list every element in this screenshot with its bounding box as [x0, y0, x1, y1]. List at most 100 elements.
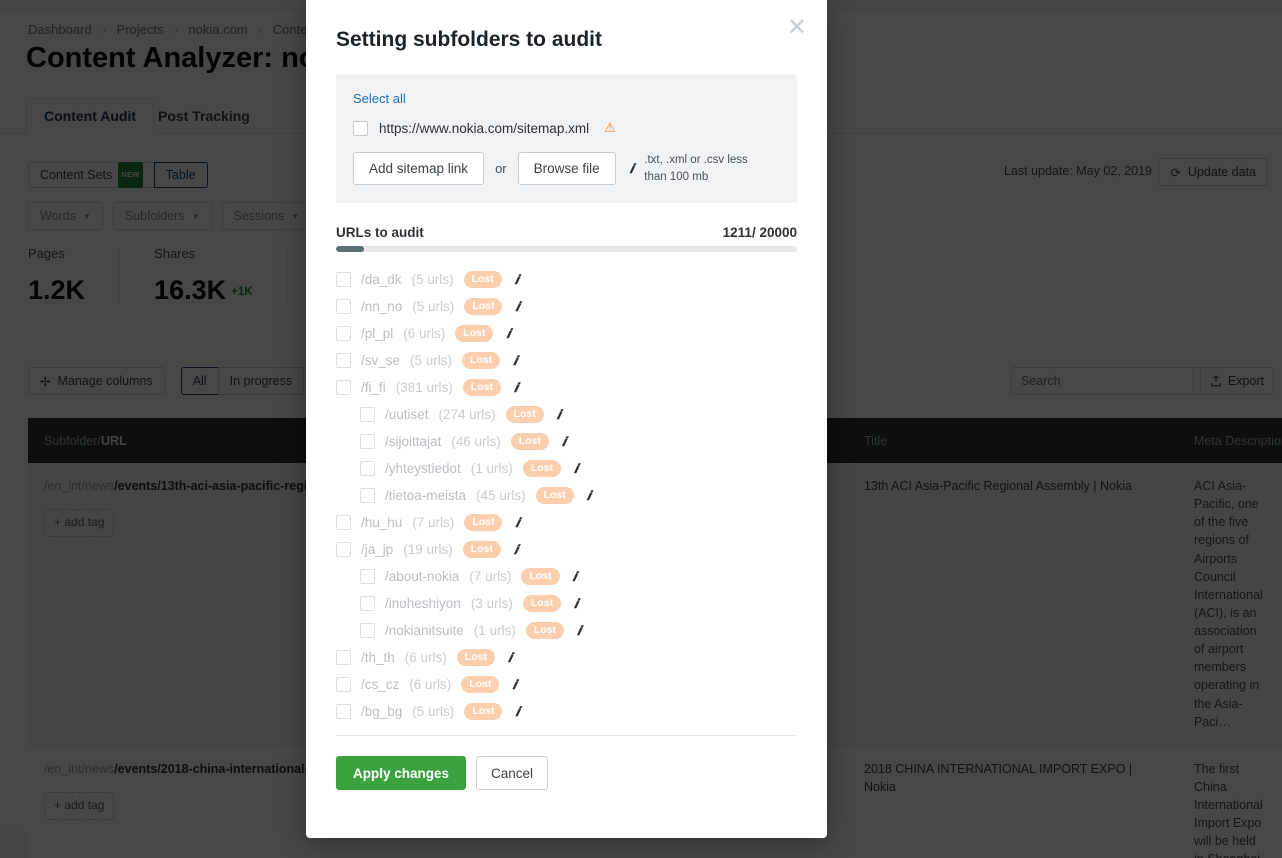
- subfolder-url-count: (3 urls): [470, 596, 513, 611]
- subfolder-checkbox[interactable]: [336, 326, 351, 341]
- subfolder-url-count: (46 urls): [451, 434, 501, 449]
- subfolder-checkbox[interactable]: [360, 596, 375, 611]
- subfolder-name: /hu_hu: [361, 515, 403, 530]
- info-icon[interactable]: 𝒊: [577, 623, 581, 639]
- status-badge: Lost: [464, 297, 503, 316]
- subfolder-name: /th_th: [361, 650, 395, 665]
- subfolder-checkbox[interactable]: [336, 650, 351, 665]
- subfolder-url-count: (6 urls): [403, 326, 446, 341]
- close-icon[interactable]: ✕: [787, 16, 807, 40]
- sitemap-url-label: https://www.nokia.com/sitemap.xml: [379, 120, 590, 136]
- modal-footer: Apply changes Cancel: [336, 756, 797, 790]
- subfolder-checkbox[interactable]: [360, 461, 375, 476]
- info-icon[interactable]: 𝒊: [515, 515, 519, 531]
- subfolder-row[interactable]: /hu_hu (7 urls) Lost 𝒊: [336, 509, 797, 536]
- status-badge: Lost: [456, 648, 495, 667]
- subfolder-checkbox[interactable]: [360, 434, 375, 449]
- modal-title: Setting subfolders to audit: [336, 28, 602, 51]
- or-label: or: [495, 161, 507, 176]
- subfolder-url-count: (5 urls): [412, 704, 455, 719]
- subfolder-checkbox[interactable]: [360, 488, 375, 503]
- status-badge: Lost: [462, 540, 501, 559]
- info-icon[interactable]: 𝒊: [630, 161, 634, 177]
- subfolder-checkbox[interactable]: [336, 515, 351, 530]
- subfolder-name: /yhteystiedot: [385, 461, 461, 476]
- subfolder-checkbox[interactable]: [336, 353, 351, 368]
- subfolder-name: /cs_cz: [361, 677, 400, 692]
- urls-to-audit-label: URLs to audit: [336, 225, 424, 240]
- subfolder-checkbox[interactable]: [360, 623, 375, 638]
- subfolder-list[interactable]: /da_dk (5 urls) Lost 𝒊/nn_no (5 urls) Lost 𝒊/p…: [336, 266, 797, 725]
- subfolder-row[interactable]: /sv_se (5 urls) Lost 𝒊: [336, 347, 797, 374]
- subfolder-row[interactable]: /tietoa-meista (45 urls) Lost 𝒊: [336, 482, 797, 509]
- info-icon[interactable]: 𝒊: [506, 326, 510, 342]
- list-divider: [336, 735, 797, 736]
- subfolder-checkbox[interactable]: [360, 407, 375, 422]
- subfolder-checkbox[interactable]: [336, 380, 351, 395]
- subfolder-url-count: (1 urls): [473, 623, 516, 638]
- subfolder-url-count: (6 urls): [409, 677, 452, 692]
- info-icon[interactable]: 𝒊: [562, 434, 566, 450]
- browse-file-button[interactable]: Browse file: [517, 152, 616, 185]
- subfolder-row[interactable]: /nokianitsuite (1 urls) Lost 𝒊: [336, 617, 797, 644]
- info-icon[interactable]: 𝒊: [515, 299, 519, 315]
- subfolder-row[interactable]: /ja_jp (19 urls) Lost 𝒊: [336, 536, 797, 563]
- select-all-link[interactable]: Select all: [353, 91, 406, 106]
- info-icon[interactable]: 𝒊: [574, 461, 578, 477]
- info-icon[interactable]: 𝒊: [515, 704, 519, 720]
- subfolder-checkbox[interactable]: [336, 272, 351, 287]
- info-icon[interactable]: 𝒊: [574, 596, 578, 612]
- status-badge: Lost: [464, 513, 503, 532]
- subfolder-name: /sijoittajat: [385, 434, 442, 449]
- info-icon[interactable]: 𝒊: [513, 353, 517, 369]
- status-badge: Lost: [462, 351, 501, 370]
- setting-subfolders-modal: ✕ Setting subfolders to audit Select all…: [306, 0, 827, 838]
- subfolder-checkbox[interactable]: [336, 677, 351, 692]
- status-badge: Lost: [464, 702, 503, 721]
- subfolder-row[interactable]: /pl_pl (6 urls) Lost 𝒊: [336, 320, 797, 347]
- subfolder-name: /inoheshiyon: [385, 596, 461, 611]
- info-icon[interactable]: 𝒊: [515, 272, 519, 288]
- status-badge: Lost: [463, 270, 502, 289]
- subfolder-row[interactable]: /about-nokia (7 urls) Lost 𝒊: [336, 563, 797, 590]
- subfolder-row[interactable]: /uutiset (274 urls) Lost 𝒊: [336, 401, 797, 428]
- subfolder-row[interactable]: /th_th (6 urls) Lost 𝒊: [336, 644, 797, 671]
- subfolder-checkbox[interactable]: [336, 542, 351, 557]
- subfolder-checkbox[interactable]: [336, 299, 351, 314]
- subfolder-name: /sv_se: [361, 353, 401, 368]
- subfolder-row[interactable]: /cs_cz (6 urls) Lost 𝒊: [336, 671, 797, 698]
- info-icon[interactable]: 𝒊: [514, 542, 518, 558]
- info-icon[interactable]: 𝒊: [514, 380, 518, 396]
- subfolder-checkbox[interactable]: [336, 704, 351, 719]
- add-sitemap-link-button[interactable]: Add sitemap link: [353, 152, 485, 185]
- subfolder-checkbox[interactable]: [360, 569, 375, 584]
- subfolder-row[interactable]: /bg_bg (5 urls) Lost 𝒊: [336, 698, 797, 725]
- urls-progress-bar: [336, 246, 797, 252]
- subfolder-row[interactable]: /inoheshiyon (3 urls) Lost 𝒊: [336, 590, 797, 617]
- info-icon[interactable]: 𝒊: [512, 677, 516, 693]
- subfolder-row[interactable]: /nn_no (5 urls) Lost 𝒊: [336, 293, 797, 320]
- info-icon[interactable]: 𝒊: [508, 650, 512, 666]
- subfolder-url-count: (5 urls): [412, 299, 455, 314]
- subfolder-row[interactable]: /da_dk (5 urls) Lost 𝒊: [336, 266, 797, 293]
- info-icon[interactable]: 𝒊: [587, 488, 591, 504]
- subfolder-row[interactable]: /fi_fi (381 urls) Lost 𝒊: [336, 374, 797, 401]
- sitemap-source-panel: Select all https://www.nokia.com/sitemap…: [336, 74, 797, 203]
- sitemap-checkbox[interactable]: [353, 120, 368, 136]
- subfolder-name: /bg_bg: [361, 704, 403, 719]
- info-icon[interactable]: 𝒊: [557, 407, 561, 423]
- subfolder-name: /nokianitsuite: [385, 623, 464, 638]
- warning-icon[interactable]: ⚠: [604, 120, 616, 136]
- subfolder-url-count: (1 urls): [470, 461, 513, 476]
- subfolder-row[interactable]: /sijoittajat (46 urls) Lost 𝒊: [336, 428, 797, 455]
- sitemap-row[interactable]: https://www.nokia.com/sitemap.xml ⚠: [353, 120, 780, 136]
- info-icon[interactable]: 𝒊: [573, 569, 577, 585]
- apply-changes-button[interactable]: Apply changes: [336, 756, 467, 790]
- subfolder-name: /tietoa-meista: [385, 488, 467, 503]
- subfolder-url-count: (6 urls): [404, 650, 447, 665]
- status-badge: Lost: [535, 486, 574, 505]
- cancel-button[interactable]: Cancel: [476, 756, 549, 790]
- subfolder-url-count: (381 urls): [395, 380, 453, 395]
- subfolder-row[interactable]: /yhteystiedot (1 urls) Lost 𝒊: [336, 455, 797, 482]
- subfolder-url-count: (7 urls): [412, 515, 455, 530]
